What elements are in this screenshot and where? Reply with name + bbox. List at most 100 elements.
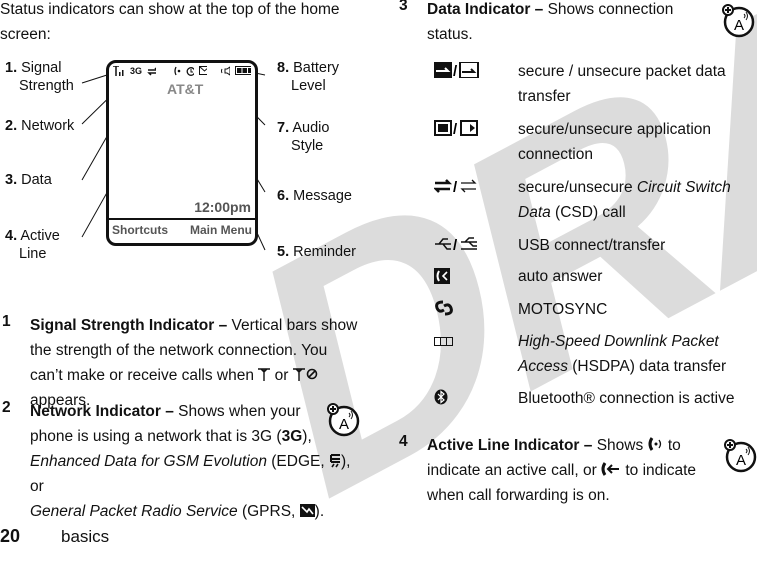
- label-data: 3. Data: [5, 171, 52, 189]
- label-text: Signal: [21, 60, 62, 76]
- no-service-icon: [292, 368, 318, 381]
- label-number: 7.: [277, 120, 290, 136]
- label-text: Strength: [19, 78, 74, 94]
- data-row-usb: USB connect/transfer: [518, 233, 748, 258]
- item-text: Shows: [592, 437, 648, 454]
- label-text: Message: [293, 188, 352, 204]
- item-title: Signal Strength Indicator –: [30, 317, 228, 334]
- data-row-packet: secure / unsecure packet data transfer: [518, 59, 748, 109]
- item-text: to: [663, 437, 681, 454]
- row-text: USB connect/transfer: [518, 237, 666, 254]
- page-number: 20: [0, 526, 21, 546]
- label-number: 8.: [277, 60, 290, 76]
- row-text: Bluetooth® connection is active: [518, 390, 735, 407]
- data-icon: [147, 66, 157, 76]
- phone-screen: 3G AT&T 12:00pm Shortcuts Main Menu: [106, 60, 258, 246]
- svg-text:/: /: [453, 121, 458, 136]
- soft-key-shortcuts[interactable]: Shortcuts: [112, 223, 168, 237]
- item-text: to indicate: [621, 462, 697, 479]
- label-number: 1.: [5, 60, 18, 76]
- item-text: when call forwarding is on.: [427, 487, 610, 504]
- item-text: or: [270, 367, 293, 384]
- item-text: (EDGE,: [266, 453, 329, 470]
- soft-key-main-menu[interactable]: Main Menu: [190, 223, 252, 237]
- audio-style-icon: [221, 66, 230, 75]
- item-text: ).: [314, 503, 325, 520]
- label-number: 2.: [5, 118, 18, 134]
- section-name: basics: [61, 527, 110, 546]
- svg-text:A: A: [736, 452, 746, 469]
- data-row-application: secure/unsecure application connection: [518, 117, 748, 167]
- item-number: 2: [2, 399, 11, 416]
- item-active-line: Active Line Indicator – Shows to indicat…: [427, 433, 717, 508]
- row-text: High-Speed Downlink Packet: [518, 333, 719, 350]
- network-feature-icon: A: [327, 403, 360, 437]
- data-row-auto-answer: auto answer: [518, 264, 748, 289]
- data-feature-icon: A: [722, 4, 755, 38]
- item-text: Shows connection: [543, 1, 674, 18]
- message-icon: [198, 66, 207, 75]
- soft-key-bar: Shortcuts Main Menu: [109, 218, 255, 240]
- label-text: Reminder: [293, 244, 356, 260]
- label-number: 4.: [5, 228, 18, 244]
- item-title: Active Line Indicator –: [427, 437, 593, 454]
- label-signal-strength: 1. Signal Strength: [5, 59, 74, 95]
- label-number: 6.: [277, 188, 290, 204]
- status-bar: 3G: [113, 64, 252, 77]
- csd-icon: /: [432, 178, 480, 197]
- label-battery-level: 8. Battery Level: [277, 59, 339, 95]
- item-number: 4: [399, 433, 408, 450]
- label-text: Data: [21, 172, 52, 188]
- auto-answer-icon: [434, 268, 450, 287]
- svg-text:/: /: [453, 237, 458, 252]
- row-text: transfer: [518, 88, 571, 105]
- item-data: Data Indicator – Shows connection status…: [427, 0, 697, 47]
- label-text: Network: [21, 118, 75, 134]
- 3g-icon: 3G: [281, 428, 303, 445]
- item-number: 1: [2, 313, 11, 330]
- row-text: secure / unsecure packet data: [518, 63, 726, 80]
- label-text: Audio: [292, 120, 330, 136]
- signal-icon: [113, 65, 124, 76]
- motosync-icon: [434, 300, 454, 319]
- edge-icon: [329, 454, 340, 468]
- label-text: Battery: [293, 60, 340, 76]
- item-text: ),: [302, 428, 312, 445]
- item-text: phone is using a network that is 3G (: [30, 428, 282, 445]
- no-signal-icon: [258, 368, 271, 381]
- battery-icon: [234, 66, 252, 75]
- label-number: 5.: [277, 244, 290, 260]
- 3g-icon: 3G: [130, 65, 143, 76]
- item-signal-strength: Signal Strength Indicator – Vertical bar…: [30, 313, 360, 413]
- row-text: connection: [518, 146, 593, 163]
- label-text: Level: [291, 78, 326, 94]
- row-text: Access: [518, 358, 568, 375]
- row-text: (HSDPA) data transfer: [567, 358, 727, 375]
- label-text: Active: [20, 228, 60, 244]
- svg-text:A: A: [734, 17, 744, 34]
- data-row-motosync: MOTOSYNC: [518, 297, 748, 322]
- row-text: MOTOSYNC: [518, 301, 608, 318]
- data-row-csd: secure/unsecure Circuit Switch Data (CSD)…: [518, 175, 748, 225]
- item-text: General Packet Radio Service: [30, 503, 238, 520]
- callout-line-1: [81, 74, 108, 84]
- packet-data-icon: /: [434, 61, 480, 81]
- app-connection-icon: /: [434, 120, 480, 139]
- item-title: Data Indicator –: [427, 1, 544, 18]
- data-row-bluetooth: Bluetooth® connection is active: [518, 386, 748, 411]
- svg-text:/: /: [453, 179, 458, 194]
- active-line-icon: [173, 66, 182, 75]
- usb-icon: /: [434, 236, 480, 255]
- label-network: 2. Network: [5, 117, 74, 135]
- item-number: 3: [399, 0, 408, 14]
- clock: 12:00pm: [194, 199, 251, 215]
- label-message: 6. Message: [277, 187, 352, 205]
- item-text: indicate an active call, or: [427, 462, 602, 479]
- data-row-hsdpa: High-Speed Downlink Packet Access (HSDPA)…: [518, 329, 748, 379]
- active-call-icon: [648, 437, 661, 451]
- call-forwarding-icon: [601, 462, 620, 476]
- item-text: Shows when your: [173, 403, 301, 420]
- hsdpa-icon: [434, 334, 454, 350]
- reminder-icon: [186, 66, 194, 76]
- gprs-icon: [299, 504, 315, 517]
